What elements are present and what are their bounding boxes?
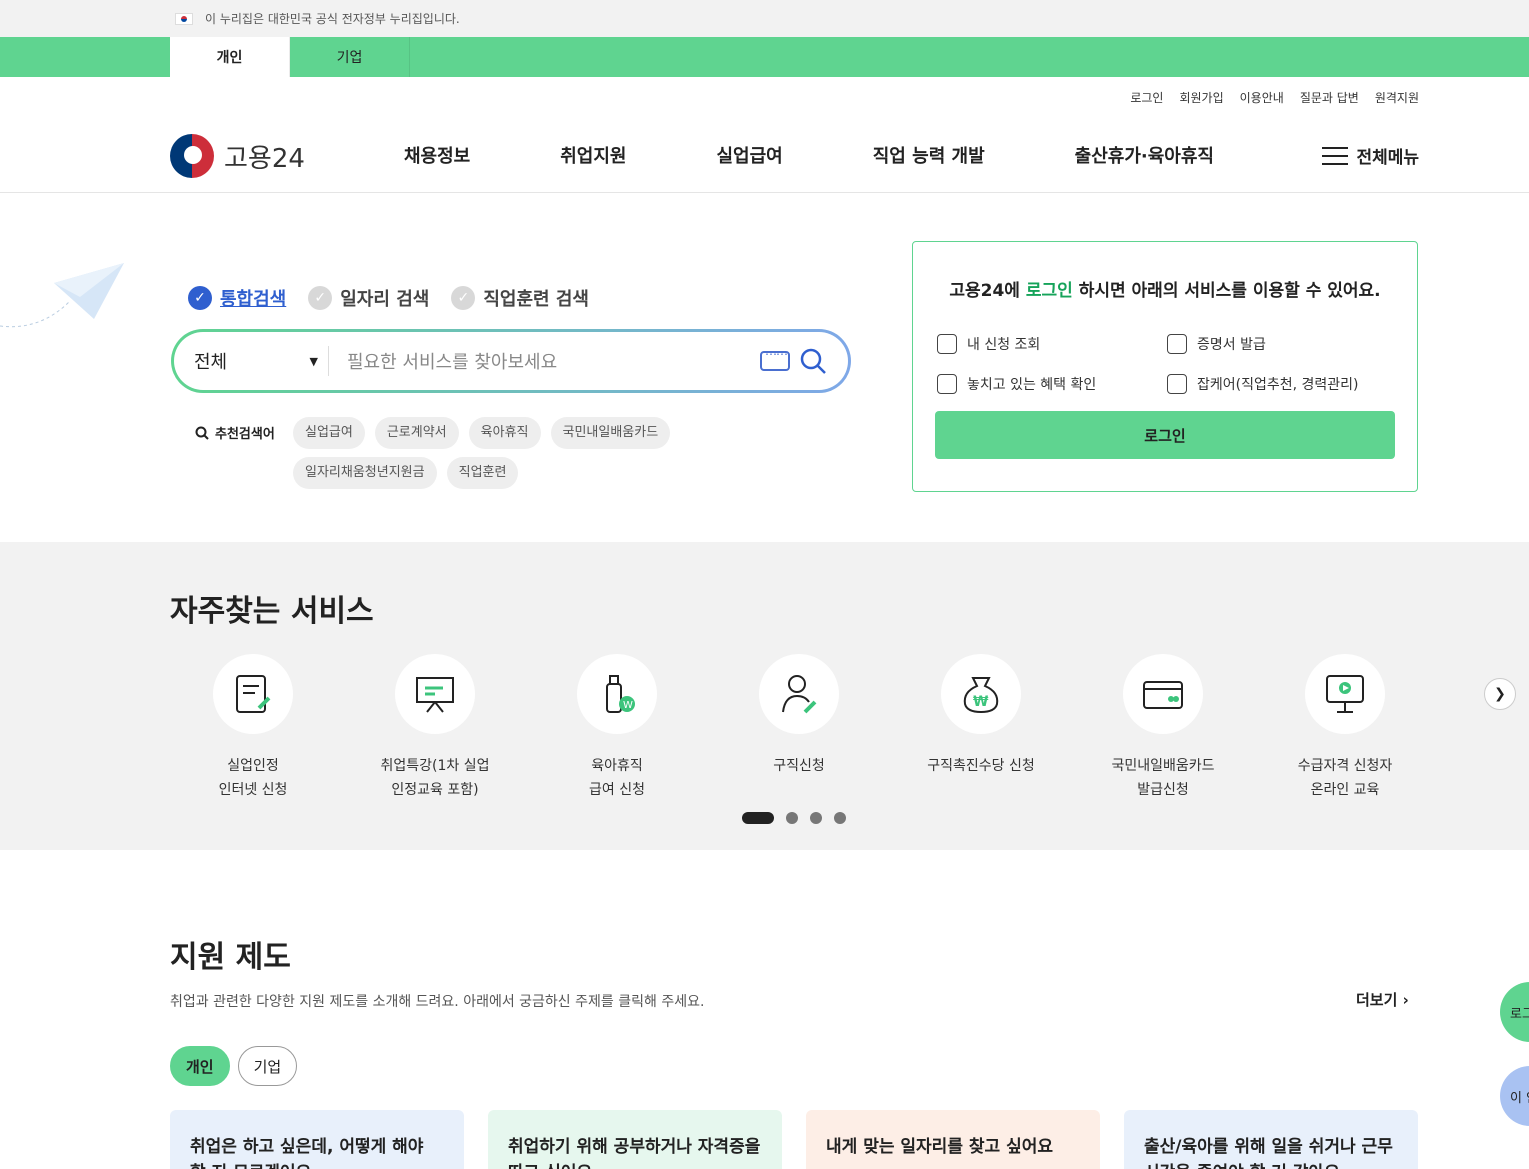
svg-text:W: W (623, 700, 633, 711)
svg-text:₩: ₩ (973, 694, 989, 710)
presentation-icon (416, 677, 454, 713)
more-link[interactable]: 더보기 › (1356, 989, 1409, 1010)
tab-business[interactable]: 기업 (290, 37, 410, 77)
keyword-chip[interactable]: 직업훈련 (446, 457, 519, 489)
check-icon: ✓ (308, 286, 333, 310)
search-input[interactable]: 필요한 서비스를 찾아보세요 (329, 348, 760, 374)
main-header: 고용24 채용정보 취업지원 실업급여 직업 능력 개발 출산휴가·육아휴직 전… (0, 117, 1529, 193)
nav-employment-support[interactable]: 취업지원 (560, 142, 626, 168)
korea-flag-icon (175, 12, 193, 25)
keyboard-icon[interactable] (760, 347, 790, 371)
career-icon (1167, 374, 1187, 394)
paper-plane-icon (0, 263, 124, 328)
support-programs-section: 지원 제도 취업과 관련한 다양한 지원 제도를 소개해 드려요. 아래에서 궁… (0, 850, 1529, 1169)
login-card-title: 고용24에 로그인 하시면 아래의 서비스를 이용할 수 있어요. (949, 281, 1381, 301)
document-icon (937, 374, 957, 394)
service-job-promotion-allowance[interactable]: ₩ 구직촉진수당 신청 (890, 654, 1072, 802)
service-online-education[interactable]: 수급자격 신청자 온라인 교육 (1254, 654, 1436, 802)
my-application-link[interactable]: 내 신청 조회 (937, 324, 1167, 364)
floating-info-button[interactable]: 이 안 (1500, 1066, 1529, 1126)
keyword-chip[interactable]: 실업급여 (293, 417, 365, 449)
keyword-chip[interactable]: 근로계약서 (374, 417, 459, 449)
caret-down-icon: ▼ (309, 354, 318, 368)
signup-link[interactable]: 회원가입 (1179, 89, 1223, 106)
login-button[interactable]: 로그인 (935, 411, 1395, 459)
hamburger-icon (1322, 146, 1349, 165)
service-job-seeking[interactable]: 구직신청 (708, 654, 890, 802)
money-bag-icon: ₩ (963, 677, 999, 714)
support-card[interactable]: 취업은 하고 싶은데, 어떻게 해야 할 지 모르겠어요 (170, 1110, 464, 1169)
keyword-chip[interactable]: 국민내일배움카드 (550, 417, 671, 449)
check-icon: ✓ (451, 286, 476, 310)
gov-notice-bar: 이 누리집은 대한민국 공식 전자정부 누리집입니다. (0, 0, 1529, 37)
recommended-label: 추천검색어 (195, 423, 275, 442)
support-card[interactable]: 출산/육아를 위해 일을 쉬거나 근무 시간을 줄여야 할 거 같아요 (1124, 1110, 1418, 1169)
tab-integrated-search[interactable]: ✓ 통합검색 (188, 285, 286, 311)
user-type-tabs: 개인 기업 (0, 37, 1529, 77)
gov-notice-text: 이 누리집은 대한민국 공식 전자정부 누리집입니다. (205, 12, 460, 26)
section-title: 자주찾는 서비스 (170, 594, 374, 629)
pagination-dot[interactable] (810, 812, 822, 824)
section-title: 지원 제도 (170, 940, 291, 975)
pagination-dot[interactable] (786, 812, 798, 824)
nav-vocational-training[interactable]: 직업 능력 개발 (873, 142, 985, 168)
all-menu-label: 전체메뉴 (1356, 148, 1419, 168)
carousel-next-button[interactable]: ❯ (1484, 678, 1516, 710)
section-description: 취업과 관련한 다양한 지원 제도를 소개해 드려요. 아래에서 궁금하신 주제… (170, 994, 705, 1010)
person-edit-icon (782, 675, 817, 714)
service-parental-leave-benefit[interactable]: W 육아휴직 급여 신청 (526, 654, 708, 802)
login-card: 고용24에 로그인 하시면 아래의 서비스를 이용할 수 있어요. 내 신청 조… (912, 241, 1418, 492)
hero-section: ✓ 통합검색 ✓ 일자리 검색 ✓ 직업훈련 검색 전체 ▼ 필요한 서비스를 … (0, 193, 1529, 542)
guide-link[interactable]: 이용안내 (1240, 89, 1284, 106)
check-icon: ✓ (188, 286, 212, 310)
frequent-services-section: 자주찾는 서비스 실업인정 인터넷 신청 취업특강(1차 실업 인정교육 포함) W… (0, 542, 1529, 850)
tab-training-search[interactable]: ✓ 직업훈련 검색 (451, 285, 589, 311)
service-employment-lecture[interactable]: 취업특강(1차 실업 인정교육 포함) (344, 654, 526, 802)
search-type-tabs: ✓ 통합검색 ✓ 일자리 검색 ✓ 직업훈련 검색 (188, 285, 611, 311)
pagination-dot[interactable] (742, 812, 774, 824)
tab-business[interactable]: 기업 (237, 1046, 298, 1086)
keyword-chip[interactable]: 일자리채움청년지원금 (293, 457, 437, 489)
taegeuk-logo-icon (170, 134, 214, 178)
chevron-right-icon: › (1402, 991, 1409, 1009)
jobcare-link[interactable]: 잡케어(직업추천, 경력관리) (1167, 364, 1397, 404)
chevron-right-icon: ❯ (1494, 686, 1506, 702)
document-edit-icon (236, 675, 271, 713)
search-box: 전체 ▼ 필요한 서비스를 찾아보세요 (171, 329, 851, 393)
support-card[interactable]: 내게 맞는 일자리를 찾고 싶어요 (806, 1110, 1100, 1169)
floating-login-button[interactable]: 로그 (1500, 982, 1529, 1042)
carousel-pagination (742, 812, 858, 824)
logo-text: 고용24 (224, 143, 305, 174)
nav-recruitment[interactable]: 채용정보 (404, 142, 470, 168)
checklist-icon (937, 334, 957, 354)
login-link[interactable]: 로그인 (1130, 89, 1163, 106)
card-icon (1143, 681, 1183, 709)
search-icon[interactable] (798, 346, 828, 376)
monitor-play-icon (1326, 675, 1364, 713)
keyword-chip[interactable]: 육아휴직 (468, 417, 541, 449)
tab-personal[interactable]: 개인 (170, 1046, 230, 1086)
baby-bottle-icon: W (606, 675, 635, 713)
remote-support-link[interactable]: 원격지원 (1375, 89, 1419, 106)
global-nav: 채용정보 취업지원 실업급여 직업 능력 개발 출산휴가·육아휴직 (404, 117, 1214, 193)
service-learning-card[interactable]: 국민내일배움카드 발급신청 (1072, 654, 1254, 802)
certificate-icon (1167, 334, 1187, 354)
service-unemployment-recognition[interactable]: 실업인정 인터넷 신청 (162, 654, 344, 802)
tab-job-search[interactable]: ✓ 일자리 검색 (308, 285, 429, 311)
utility-links: 로그인 회원가입 이용안내 질문과 답변 원격지원 (0, 77, 1529, 117)
support-card[interactable]: 취업하기 위해 공부하거나 자격증을 따고 싶어요 (488, 1110, 782, 1169)
site-logo[interactable]: 고용24 (170, 134, 305, 178)
qna-link[interactable]: 질문과 답변 (1300, 89, 1359, 106)
all-menu-button[interactable]: 전체메뉴 (1322, 143, 1419, 168)
certificate-link[interactable]: 증명서 발급 (1167, 324, 1397, 364)
nav-unemployment-benefit[interactable]: 실업급여 (717, 142, 783, 168)
tab-personal[interactable]: 개인 (170, 37, 290, 77)
benefit-check-link[interactable]: 놓치고 있는 혜택 확인 (937, 364, 1167, 404)
search-category-select[interactable]: 전체 ▼ (174, 346, 329, 376)
nav-parental-leave[interactable]: 출산휴가·육아휴직 (1075, 142, 1214, 168)
search-icon (195, 426, 209, 440)
pagination-dot[interactable] (834, 812, 846, 824)
